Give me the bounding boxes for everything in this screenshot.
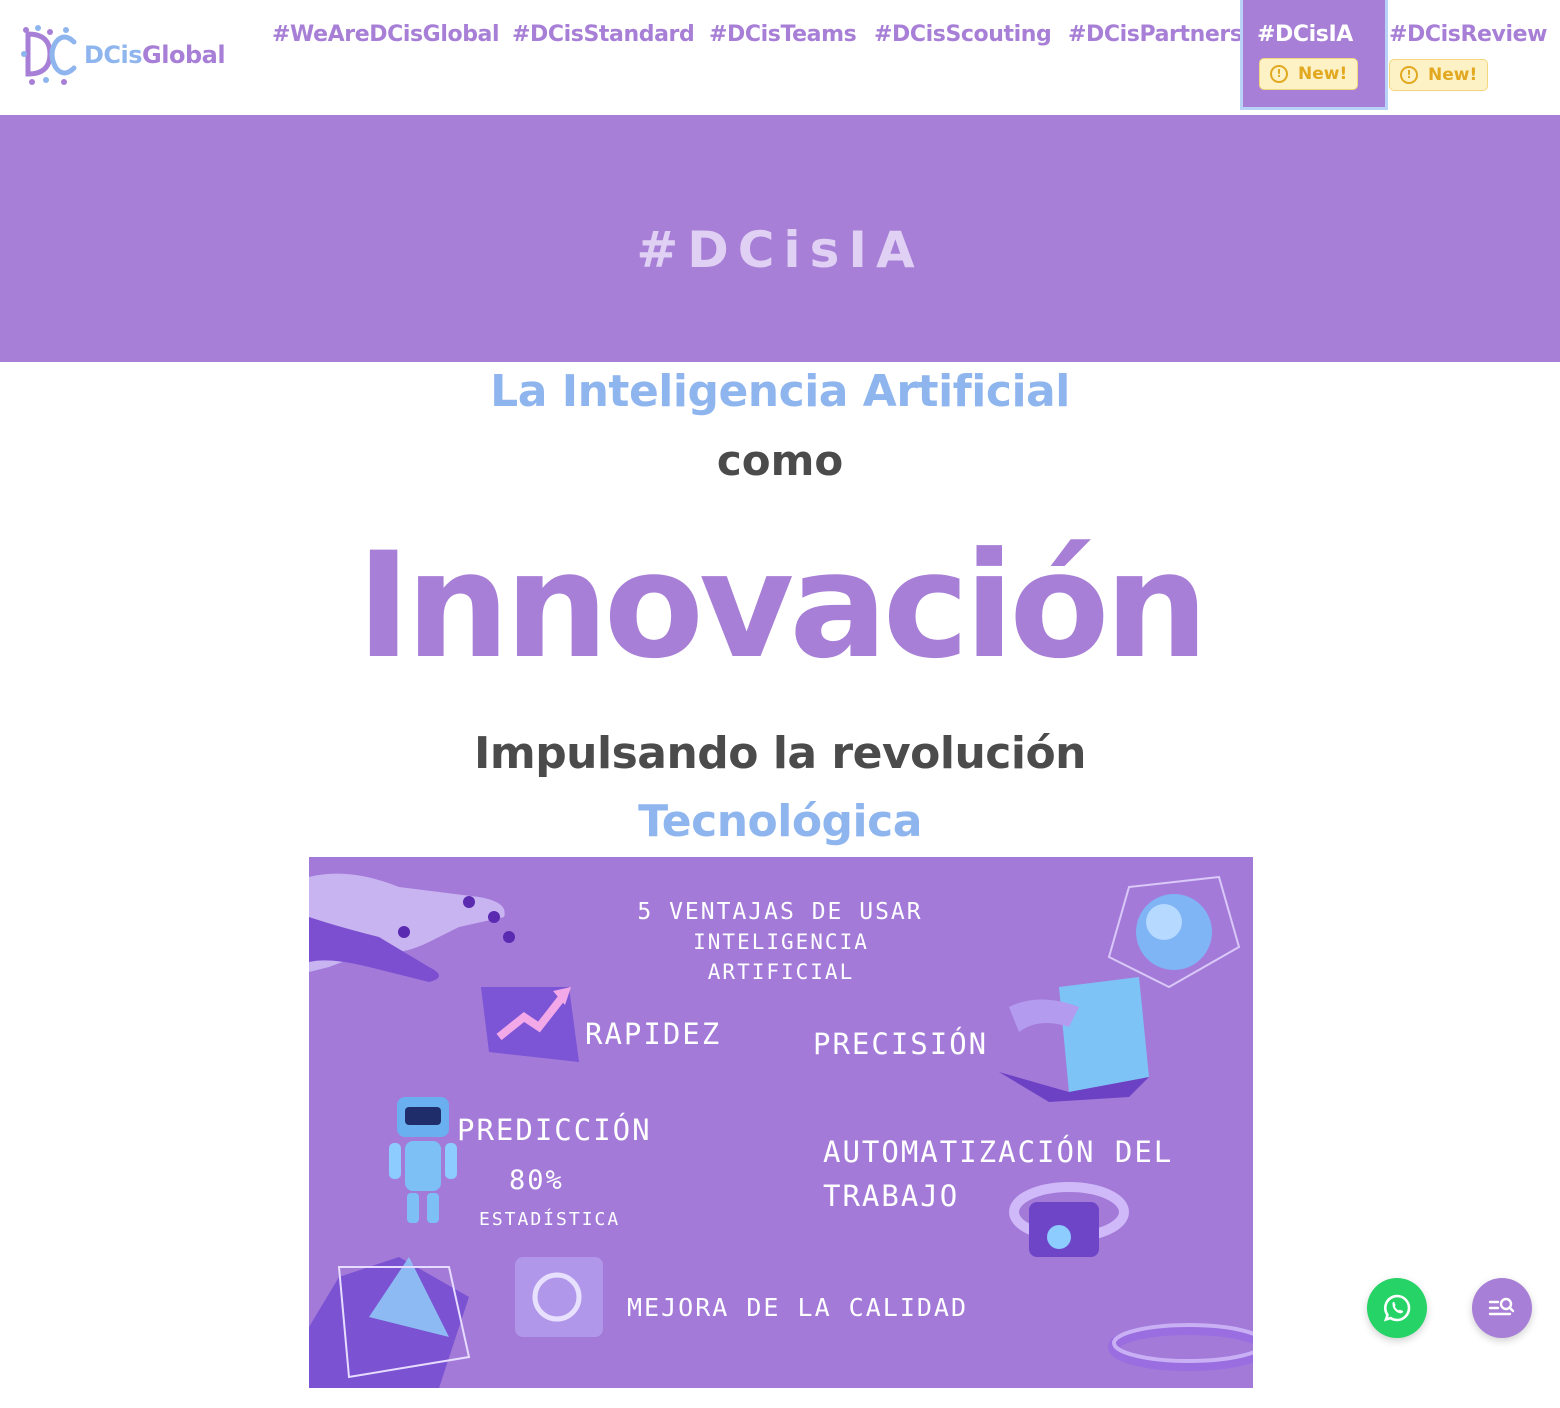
nav-item-dcispartners[interactable]: #DCisPartners xyxy=(1068,22,1243,47)
prediccion-subtitle: ESTADÍSTICA xyxy=(479,1209,621,1230)
warning-icon: ! xyxy=(1400,66,1418,84)
growth-chart-icon xyxy=(481,987,579,1062)
dc-logo-icon xyxy=(21,25,77,85)
logo-text: DCisGlobal xyxy=(84,41,226,69)
ai-advantages-infographic: 5 VENTAJAS DE USAR INTELIGENCIA ARTIFICI… xyxy=(309,857,1253,1388)
nav-item-wearedcisglobal[interactable]: #WeAreDCisGlobal xyxy=(272,22,500,47)
new-badge: ! New! xyxy=(1259,58,1359,90)
infographic-title-line3: ARTIFICIAL xyxy=(707,960,855,984)
whatsapp-button[interactable] xyxy=(1367,1278,1427,1338)
subheadline-line2: Tecnológica xyxy=(638,796,922,847)
headline-line2: como xyxy=(716,436,844,485)
subheadline-line1: Impulsando la revolución xyxy=(473,728,1087,779)
advantage-automatizacion-line2: TRABAJO xyxy=(823,1179,960,1213)
headline-main: Innovación xyxy=(356,521,1208,691)
search-menu-icon xyxy=(1488,1297,1515,1316)
search-menu-button[interactable] xyxy=(1472,1278,1532,1338)
site-logo[interactable]: DCisGlobal xyxy=(20,24,230,86)
prediccion-value: 80% xyxy=(509,1165,564,1196)
site-header: DCisGlobal #WeAreDCisGlobal #DCisStandar… xyxy=(0,0,1560,115)
whatsapp-icon xyxy=(1383,1294,1411,1322)
badge-label: New! xyxy=(1298,64,1348,84)
warning-icon: ! xyxy=(1270,65,1288,83)
logo-text-part1: DCis xyxy=(84,41,143,69)
advantage-calidad: MEJORA DE LA CALIDAD xyxy=(627,1293,969,1322)
new-badge: ! New! xyxy=(1389,59,1489,91)
infographic-title-line2: INTELIGENCIA xyxy=(693,930,869,954)
hologram-screen-icon xyxy=(515,1257,603,1337)
infographic-title: 5 VENTAJAS DE USAR INTELIGENCIA ARTIFICI… xyxy=(309,897,1253,987)
laptop-robot-icon xyxy=(999,977,1149,1102)
nav-item-dcisia[interactable]: #DCisIA ! New! xyxy=(1240,0,1388,110)
advantage-rapidez: RAPIDEZ xyxy=(585,1017,722,1051)
badge-label: New! xyxy=(1428,65,1478,85)
ring-icon xyxy=(1108,1323,1253,1371)
robot-screens-icon xyxy=(1009,1182,1129,1257)
crystal-pyramid-icon xyxy=(309,1257,471,1388)
hero-banner: #DCisIA xyxy=(0,115,1560,362)
nav-item-dcisteams[interactable]: #DCisTeams xyxy=(709,22,857,47)
advantage-automatizacion-line1: AUTOMATIZACIÓN DEL xyxy=(823,1135,1174,1169)
nav-item-dcisreview[interactable]: #DCisReview xyxy=(1389,22,1547,47)
advantage-prediccion: PREDICCIÓN xyxy=(457,1113,652,1147)
advantage-precision: PRECISIÓN xyxy=(813,1027,989,1061)
logo-text-part2: Global xyxy=(142,41,226,69)
nav-item-dcisscouting[interactable]: #DCisScouting xyxy=(874,22,1052,47)
hero-title: #DCisIA xyxy=(636,221,924,279)
nav-item-dcisstandard[interactable]: #DCisStandard xyxy=(512,22,695,47)
headline-line1: La Inteligencia Artificial xyxy=(490,366,1070,417)
nav-item-label: #DCisIA xyxy=(1257,22,1353,47)
infographic-title-line1: 5 VENTAJAS DE USAR xyxy=(637,899,923,925)
robot-icon xyxy=(389,1097,457,1223)
